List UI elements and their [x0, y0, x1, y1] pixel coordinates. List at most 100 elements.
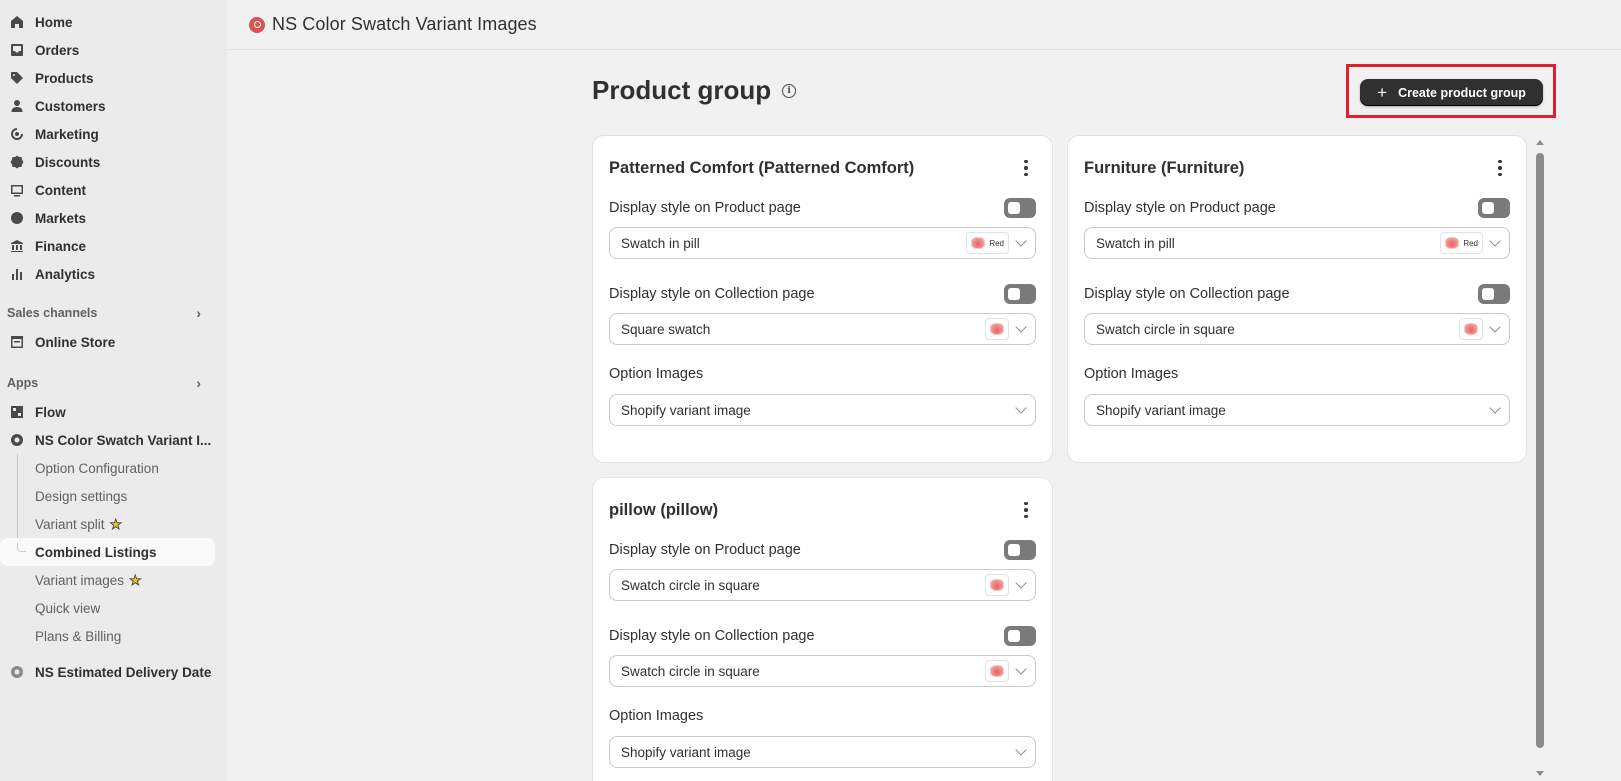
collection-page-style-select[interactable]: Square swatch	[609, 313, 1036, 345]
collection-page-style-select[interactable]: Swatch circle in square	[1084, 313, 1510, 345]
info-icon[interactable]: i	[782, 83, 797, 98]
sidebar-item-finance[interactable]: Finance	[0, 232, 227, 260]
app-topbar: NS Color Swatch Variant Images	[227, 0, 1621, 50]
swatch-preview	[985, 574, 1009, 596]
sidebar-item-markets[interactable]: Markets	[0, 204, 227, 232]
option-images-select[interactable]: Shopify variant image	[609, 736, 1036, 768]
collection-page-toggle[interactable]	[1478, 284, 1510, 304]
option-images-select[interactable]: Shopify variant image	[1084, 394, 1510, 426]
swatch-dot	[971, 237, 986, 249]
star-icon: ★	[129, 572, 142, 588]
card-header: Patterned Comfort (Patterned Comfort)	[609, 153, 1036, 183]
option-images-select[interactable]: Shopify variant image	[609, 394, 1036, 426]
chevron-right-icon: ›	[196, 375, 201, 391]
product-page-row: Display style on Product page	[1084, 197, 1510, 219]
more-actions-icon[interactable]	[1490, 157, 1510, 179]
sidebar-item-ns-color-swatch[interactable]: NS Color Swatch Variant I...	[0, 426, 227, 454]
sidebar-item-label: Marketing	[35, 126, 99, 142]
inbox-icon	[10, 43, 24, 57]
chevron-down-icon	[1015, 235, 1027, 247]
swatch-preview: Red	[1440, 232, 1483, 254]
product-page-toggle[interactable]	[1478, 198, 1510, 218]
flow-icon	[10, 405, 24, 419]
apps-header[interactable]: Apps ›	[0, 370, 227, 396]
person-icon	[10, 99, 24, 113]
collection-page-toggle[interactable]	[1004, 626, 1036, 646]
collection-page-row: Display style on Collection page	[609, 283, 1036, 305]
tag-icon	[10, 71, 24, 85]
subitem-label: Variant split	[35, 516, 105, 532]
sidebar-item-flow[interactable]: Flow	[0, 398, 227, 426]
chevron-right-icon: ›	[196, 305, 201, 321]
more-actions-icon[interactable]	[1016, 499, 1036, 521]
sidebar-item-discounts[interactable]: Discounts	[0, 148, 227, 176]
product-group-card: Patterned Comfort (Patterned Comfort) Di…	[592, 135, 1053, 463]
option-images-row: Option Images	[609, 705, 1036, 727]
product-page-toggle[interactable]	[1004, 540, 1036, 560]
sidebar-subitem-plans-billing[interactable]: Plans & Billing	[0, 622, 227, 650]
scroll-up-icon[interactable]	[1536, 140, 1544, 145]
sidebar-subitem-variant-split[interactable]: Variant split ★	[0, 510, 227, 538]
app-title: NS Color Swatch Variant Images	[272, 14, 537, 34]
sidebar-item-marketing[interactable]: Marketing	[0, 120, 227, 148]
sidebar-subitem-variant-images[interactable]: Variant images ★	[0, 566, 227, 594]
product-page-style-select[interactable]: Swatch circle in square	[609, 569, 1036, 601]
swatch-dot	[1445, 237, 1460, 249]
sidebar-subitem-option-configuration[interactable]: Option Configuration	[0, 454, 227, 482]
tree-connector	[17, 543, 26, 552]
create-product-group-button[interactable]: + Create product group	[1360, 79, 1543, 106]
scroll-thumb[interactable]	[1536, 153, 1544, 748]
sidebar-item-customers[interactable]: Customers	[0, 92, 227, 120]
sidebar-item-label: Flow	[35, 404, 66, 420]
subitem-label: Option Configuration	[35, 460, 159, 476]
subitem-label: Combined Listings	[35, 544, 157, 560]
select-value: Shopify variant image	[621, 402, 751, 418]
app-icon	[10, 433, 24, 447]
collection-page-style-select[interactable]: Swatch circle in square	[609, 655, 1036, 687]
card-header: pillow (pillow)	[609, 495, 1036, 525]
sidebar-item-content[interactable]: Content	[0, 176, 227, 204]
store-icon	[10, 335, 24, 349]
app-logo-icon	[249, 16, 265, 33]
product-page-toggle[interactable]	[1004, 198, 1036, 218]
product-page-style-select[interactable]: Swatch in pill Red	[609, 227, 1036, 259]
swatch-dot	[990, 323, 1004, 335]
swatch-preview	[985, 660, 1009, 682]
select-value: Swatch circle in square	[621, 663, 760, 679]
more-actions-icon[interactable]	[1016, 157, 1036, 179]
sidebar-item-label: Orders	[35, 42, 80, 58]
sales-channels-header[interactable]: Sales channels ›	[0, 300, 227, 326]
subitem-label: Plans & Billing	[35, 628, 122, 644]
scroll-down-icon[interactable]	[1536, 771, 1544, 776]
sidebar-subitem-design-settings[interactable]: Design settings	[0, 482, 227, 510]
product-page-label: Display style on Product page	[609, 200, 801, 216]
product-page-style-select[interactable]: Swatch in pill Red	[1084, 227, 1510, 259]
card-header: Furniture (Furniture)	[1084, 153, 1510, 183]
collection-page-label: Display style on Collection page	[609, 628, 815, 644]
chevron-down-icon	[1015, 577, 1027, 589]
product-group-card: pillow (pillow) Display style on Product…	[592, 477, 1053, 781]
product-group-card: Furniture (Furniture) Display style on P…	[1067, 135, 1527, 463]
collection-page-toggle[interactable]	[1004, 284, 1036, 304]
sidebar-subitem-quick-view[interactable]: Quick view	[0, 594, 227, 622]
sidebar-subitem-combined-listings[interactable]: Combined Listings	[0, 538, 215, 566]
select-value: Shopify variant image	[1096, 402, 1226, 418]
select-value: Swatch circle in square	[1096, 321, 1235, 337]
product-page-row: Display style on Product page	[609, 197, 1036, 219]
option-images-label: Option Images	[1084, 366, 1179, 382]
sidebar-item-home[interactable]: Home	[0, 8, 227, 36]
sidebar-item-label: Markets	[35, 210, 87, 226]
star-icon: ★	[109, 516, 123, 532]
sidebar-item-label: NS Estimated Delivery Date	[35, 664, 212, 680]
sidebar-item-online-store[interactable]: Online Store	[0, 328, 227, 356]
app-subnav: Option Configuration Design settings Var…	[0, 454, 227, 650]
sidebar-item-analytics[interactable]: Analytics	[0, 260, 227, 288]
sidebar-item-orders[interactable]: Orders	[0, 36, 227, 64]
chevron-down-icon	[1489, 235, 1501, 247]
sidebar-item-products[interactable]: Products	[0, 64, 227, 92]
sidebar-item-ns-estimated-delivery[interactable]: NS Estimated Delivery Date	[0, 658, 227, 686]
select-value: Shopify variant image	[621, 744, 751, 760]
option-images-label: Option Images	[609, 366, 704, 382]
content-scrollbar[interactable]	[1536, 140, 1544, 781]
sidebar-item-label: Home	[35, 14, 73, 30]
